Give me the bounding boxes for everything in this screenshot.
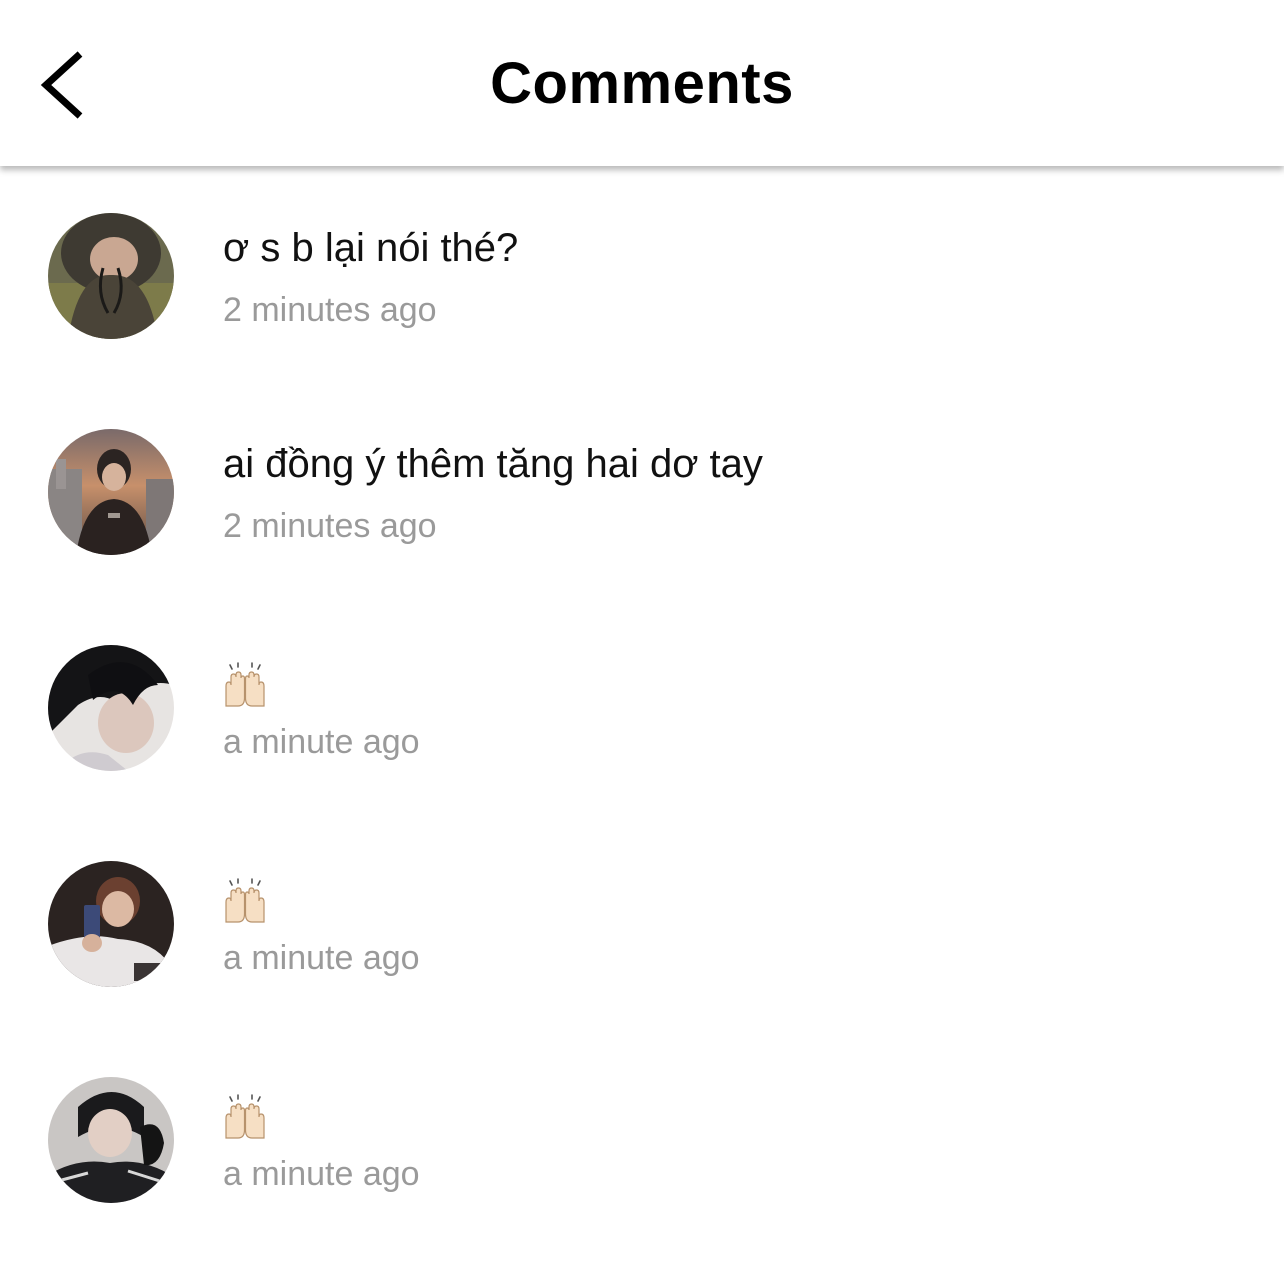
comment-text: ai đồng ý thêm tăng hai dơ tay xyxy=(223,442,763,486)
comment-timestamp: a minute ago xyxy=(223,1155,420,1193)
comment-item[interactable]: ai đồng ý thêm tăng hai dơ tay 2 minutes… xyxy=(0,382,1284,598)
header-bar: Comments xyxy=(0,0,1284,166)
raising-hands-icon xyxy=(222,662,268,708)
comment-timestamp: 2 minutes ago xyxy=(223,291,437,329)
page-title: Comments xyxy=(490,51,794,116)
avatar[interactable] xyxy=(48,213,174,339)
comment-item[interactable]: a minute ago xyxy=(0,814,1284,1030)
comment-item[interactable]: a minute ago xyxy=(0,1030,1284,1246)
raising-hands-icon xyxy=(222,1094,268,1140)
avatar[interactable] xyxy=(48,1077,174,1203)
raising-hands-icon xyxy=(222,878,268,924)
avatar[interactable] xyxy=(48,429,174,555)
avatar[interactable] xyxy=(48,645,174,771)
comment-item[interactable]: a minute ago xyxy=(0,598,1284,814)
avatar[interactable] xyxy=(48,861,174,987)
comment-timestamp: 2 minutes ago xyxy=(223,507,437,545)
comment-timestamp: a minute ago xyxy=(223,939,420,977)
comment-item[interactable]: ơ s b lại nói thé? 2 minutes ago xyxy=(0,166,1284,382)
comment-text: ơ s b lại nói thé? xyxy=(223,226,519,270)
comment-timestamp: a minute ago xyxy=(223,723,420,761)
